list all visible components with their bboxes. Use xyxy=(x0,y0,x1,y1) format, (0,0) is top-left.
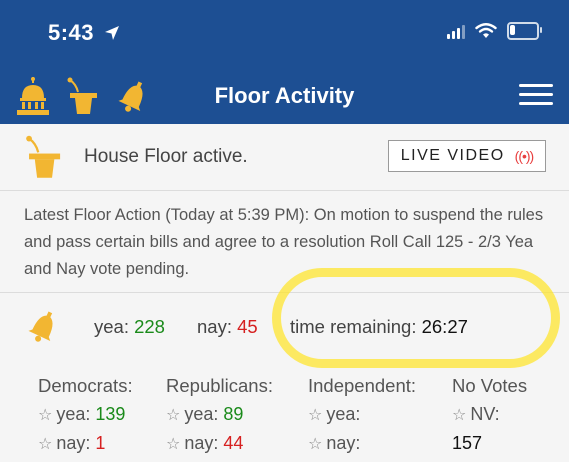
wifi-icon xyxy=(475,23,497,38)
nv-label: NV: xyxy=(470,404,500,424)
nay-label: nay: xyxy=(326,433,361,453)
independent-nay: ☆ nay: xyxy=(308,433,360,454)
total-yea: yea: 228 xyxy=(94,316,165,338)
floor-status-text: House Floor active. xyxy=(84,146,248,167)
divider xyxy=(0,292,569,293)
nay-label: nay: xyxy=(197,316,232,337)
time-remaining-label: time remaining: xyxy=(290,316,417,337)
nay-count: 45 xyxy=(237,316,258,337)
republicans-yea-count: 89 xyxy=(223,404,244,424)
status-bar: 5:43 xyxy=(0,0,569,68)
menu-icon[interactable] xyxy=(519,82,553,108)
yea-label: yea: xyxy=(184,404,219,424)
location-arrow-icon xyxy=(98,24,120,44)
bell-icon xyxy=(26,306,62,351)
time-remaining-value: 26:27 xyxy=(421,316,468,337)
live-video-button[interactable]: LIVE VIDEO ((•)) xyxy=(388,140,546,172)
yea-count: 228 xyxy=(134,316,165,337)
independent-yea: ☆ yea: xyxy=(308,404,360,425)
star-icon: ☆ xyxy=(38,436,53,453)
battery-icon xyxy=(507,22,542,40)
democrats-nay: ☆ nay: 1 xyxy=(38,433,105,454)
latest-floor-action: Latest Floor Action (Today at 5:39 PM): … xyxy=(24,206,544,278)
nay-label: nay: xyxy=(56,433,91,453)
status-time: 5:43 xyxy=(48,20,120,46)
no-votes-header: No Votes xyxy=(452,375,528,396)
republicans-yea: ☆ yea: 89 xyxy=(166,404,243,425)
democrats-yea: ☆ yea: 139 xyxy=(38,404,125,425)
democrats-header: Democrats: xyxy=(38,375,133,396)
republicans-nay-count: 44 xyxy=(223,433,244,453)
yea-label: yea: xyxy=(56,404,91,424)
no-votes-count: 157 xyxy=(452,433,483,453)
star-icon: ☆ xyxy=(166,436,181,453)
time-remaining: time remaining: 26:27 xyxy=(290,316,468,338)
no-votes-nv: ☆ NV: xyxy=(452,404,500,425)
republicans-header: Republicans: xyxy=(166,375,273,396)
star-icon: ☆ xyxy=(38,407,53,424)
yea-label: yea: xyxy=(326,404,361,424)
floor-status-row: House Floor active. LIVE VIDEO ((•)) xyxy=(0,124,569,191)
podium-icon xyxy=(24,134,64,185)
democrats-yea-count: 139 xyxy=(95,404,126,424)
republicans-nay: ☆ nay: 44 xyxy=(166,433,243,454)
star-icon: ☆ xyxy=(308,436,323,453)
live-video-label: LIVE VIDEO xyxy=(400,147,505,164)
status-icons xyxy=(447,22,542,40)
nay-label: nay: xyxy=(184,433,219,453)
page-title: Floor Activity xyxy=(214,83,355,108)
star-icon: ☆ xyxy=(452,407,467,424)
nav-bar: Floor Activity xyxy=(0,68,569,124)
broadcast-icon: ((•)) xyxy=(514,148,535,164)
independent-header: Independent: xyxy=(308,375,417,396)
cellular-signal-icon xyxy=(447,23,465,39)
yea-label: yea: xyxy=(94,316,129,337)
total-nay: nay: 45 xyxy=(197,316,258,338)
star-icon: ☆ xyxy=(166,407,181,424)
democrats-nay-count: 1 xyxy=(95,433,106,453)
star-icon: ☆ xyxy=(308,407,323,424)
clock-text: 5:43 xyxy=(48,20,95,45)
